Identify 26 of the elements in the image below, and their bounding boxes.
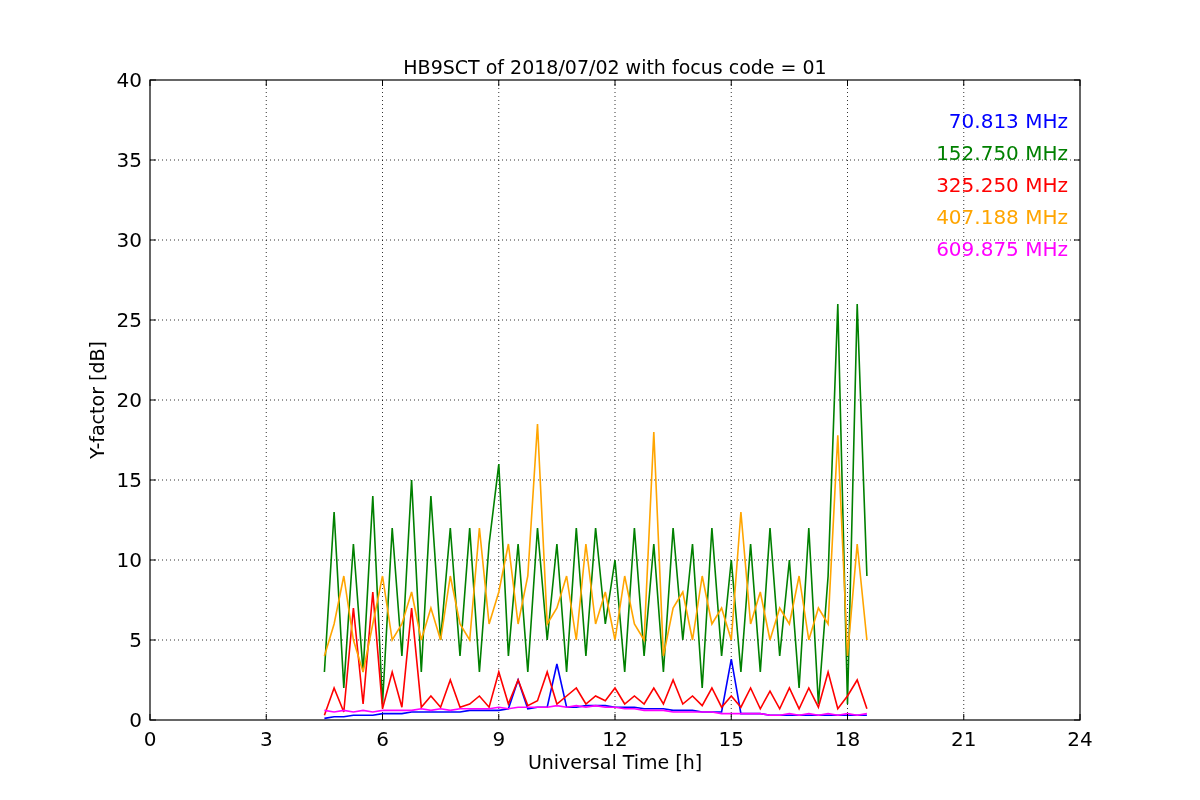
y-tick-label: 40 bbox=[116, 68, 142, 92]
y-tick-label: 25 bbox=[116, 308, 142, 332]
x-tick-label: 21 bbox=[951, 727, 977, 751]
y-tick-label: 5 bbox=[129, 628, 142, 652]
y-tick-label: 0 bbox=[129, 708, 142, 732]
y-tick-label: 15 bbox=[116, 468, 142, 492]
x-tick-label: 6 bbox=[376, 727, 389, 751]
x-axis-label: Universal Time [h] bbox=[527, 751, 703, 773]
chart-title: HB9SCT of 2018/07/02 with focus code = 01 bbox=[403, 56, 827, 78]
y-tick-label: 30 bbox=[116, 228, 142, 252]
x-tick-label: 12 bbox=[602, 727, 628, 751]
legend-label: 609.875 MHz bbox=[936, 237, 1068, 261]
y-axis-label: Y-factor [dB] bbox=[86, 341, 108, 459]
x-tick-label: 24 bbox=[1067, 727, 1093, 751]
y-tick-label: 35 bbox=[116, 148, 142, 172]
x-tick-label: 15 bbox=[718, 727, 744, 751]
x-tick-label: 18 bbox=[834, 727, 861, 751]
legend-label: 325.250 MHz bbox=[936, 173, 1068, 197]
x-tick-label: 0 bbox=[143, 727, 157, 751]
x-tick-label: 9 bbox=[492, 727, 506, 751]
y-tick-label: 10 bbox=[116, 548, 142, 572]
legend-label: 407.188 MHz bbox=[936, 205, 1068, 229]
x-tick-label: 3 bbox=[259, 727, 273, 751]
y-tick-label: 20 bbox=[116, 388, 142, 412]
legend-label: 70.813 MHz bbox=[948, 109, 1068, 133]
legend-label: 152.750 MHz bbox=[936, 141, 1068, 165]
